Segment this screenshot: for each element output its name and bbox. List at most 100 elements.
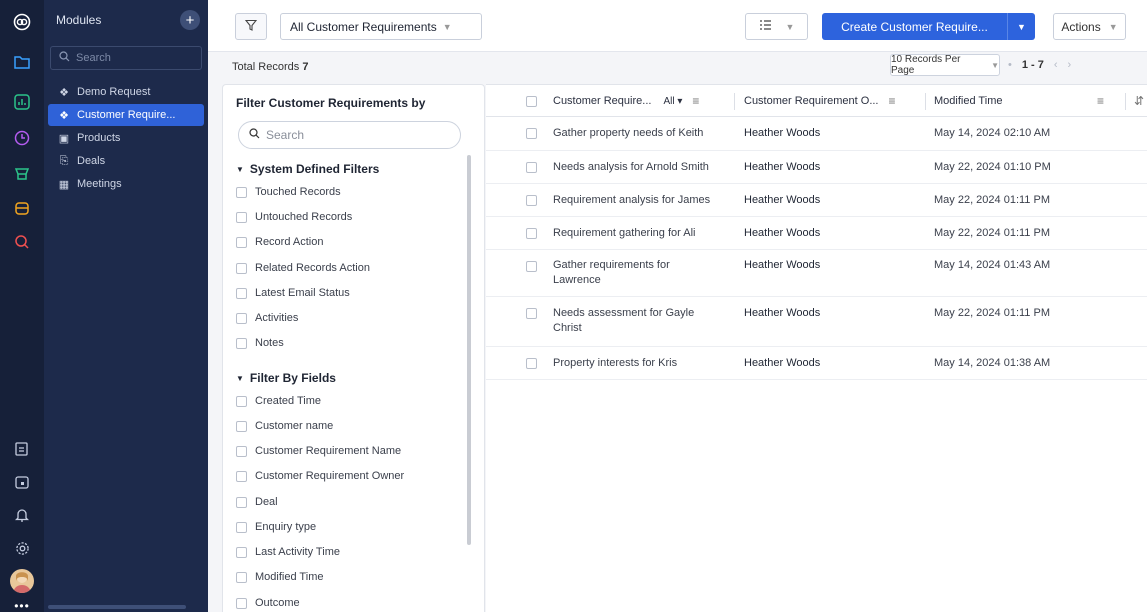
- row-checkbox[interactable]: [526, 195, 537, 206]
- filter-item[interactable]: Customer Requirement Name: [236, 445, 401, 457]
- filter-item[interactable]: Record Action: [236, 236, 323, 248]
- filter-item[interactable]: Untouched Records: [236, 211, 352, 223]
- cell-name[interactable]: Gather requirements for Lawrence: [553, 258, 718, 288]
- filter-panel-scrollbar[interactable]: [467, 155, 471, 545]
- checkbox[interactable]: [236, 312, 247, 324]
- folder-icon[interactable]: [12, 52, 32, 72]
- filter-search-input[interactable]: [266, 128, 436, 142]
- cell-name[interactable]: Property interests for Kris: [553, 356, 733, 371]
- table-row[interactable]: Requirement analysis for James Heather W…: [486, 184, 1147, 217]
- filter-toggle-button[interactable]: [235, 13, 267, 40]
- filter-item[interactable]: Modified Time: [236, 571, 323, 583]
- sidebar-item-demo-request[interactable]: ❖ Demo Request: [48, 81, 204, 103]
- search-circle-icon[interactable]: [12, 232, 32, 252]
- sidebar-item-customer-requirements[interactable]: ❖ Customer Require...: [48, 104, 204, 126]
- table-row[interactable]: Needs analysis for Arnold Smith Heather …: [486, 151, 1147, 184]
- filter-item[interactable]: Customer name: [236, 420, 333, 432]
- checkbox[interactable]: [236, 211, 247, 223]
- row-checkbox[interactable]: [526, 308, 537, 319]
- settings-icon[interactable]: [12, 538, 32, 558]
- column-settings-icon[interactable]: ⇵: [1134, 85, 1144, 117]
- table-row[interactable]: Needs assessment for Gayle Christ Heathe…: [486, 297, 1147, 347]
- filter-item[interactable]: Deal: [236, 496, 278, 508]
- cell-name[interactable]: Needs analysis for Arnold Smith: [553, 160, 733, 175]
- prev-page-button[interactable]: ‹: [1054, 59, 1058, 71]
- checkbox[interactable]: [236, 496, 247, 508]
- cell-name[interactable]: Requirement gathering for Ali: [553, 226, 733, 241]
- column-header-owner[interactable]: Customer Requirement O... ≡: [744, 85, 924, 117]
- avatar[interactable]: [10, 569, 34, 593]
- column-divider[interactable]: [1125, 93, 1126, 110]
- select-all-checkbox[interactable]: [526, 85, 537, 117]
- filter-search[interactable]: [238, 121, 461, 149]
- filter-item[interactable]: Last Activity Time: [236, 546, 340, 558]
- cell-name[interactable]: Needs assessment for Gayle Christ: [553, 306, 718, 336]
- clock-icon[interactable]: [12, 128, 32, 148]
- filter-item[interactable]: Touched Records: [236, 186, 341, 198]
- checkbox[interactable]: [236, 262, 247, 274]
- add-module-button[interactable]: +: [180, 10, 200, 30]
- bell-icon[interactable]: [12, 504, 32, 524]
- checkbox[interactable]: [236, 521, 247, 533]
- filter-item[interactable]: Notes: [236, 337, 284, 349]
- checkbox[interactable]: [236, 395, 247, 407]
- cell-name[interactable]: Requirement analysis for James: [553, 193, 738, 208]
- filter-item[interactable]: Customer Requirement Owner: [236, 470, 404, 482]
- checkbox[interactable]: [236, 287, 247, 299]
- sidebar-search-input[interactable]: [76, 52, 186, 64]
- checkbox[interactable]: [236, 445, 247, 457]
- filter-item[interactable]: Activities: [236, 312, 298, 324]
- filter-item[interactable]: Related Records Action: [236, 262, 370, 274]
- tasks-icon[interactable]: [12, 438, 32, 458]
- checkbox[interactable]: [236, 470, 247, 482]
- analytics-icon[interactable]: [12, 92, 32, 112]
- table-row[interactable]: Property interests for Kris Heather Wood…: [486, 347, 1147, 380]
- checkbox[interactable]: [236, 186, 247, 198]
- row-checkbox[interactable]: [526, 358, 537, 369]
- calendar-icon[interactable]: [12, 472, 32, 492]
- row-checkbox[interactable]: [526, 128, 537, 139]
- row-checkbox[interactable]: [526, 261, 537, 272]
- checkbox[interactable]: [236, 546, 247, 558]
- checkbox[interactable]: [236, 571, 247, 583]
- table-row[interactable]: Gather property needs of Keith Heather W…: [486, 117, 1147, 151]
- column-menu-icon[interactable]: ≡: [692, 94, 699, 108]
- create-options-dropdown[interactable]: ▼: [1007, 13, 1035, 40]
- sidebar-scrollbar[interactable]: [48, 605, 186, 609]
- table-row[interactable]: Requirement gathering for Ali Heather Wo…: [486, 217, 1147, 250]
- actions-button[interactable]: Actions ▼: [1053, 13, 1126, 40]
- more-icon[interactable]: •••: [12, 599, 32, 612]
- view-selector[interactable]: All Customer Requirements ▼: [280, 13, 482, 40]
- column-filter-all[interactable]: All ▾: [663, 96, 682, 107]
- column-header-modified[interactable]: Modified Time ≡: [934, 85, 1114, 117]
- filter-item[interactable]: Latest Email Status: [236, 287, 350, 299]
- sidebar-item-products[interactable]: ▣ Products: [48, 127, 204, 149]
- checkbox[interactable]: [236, 597, 247, 609]
- column-menu-icon[interactable]: ≡: [1097, 94, 1104, 108]
- checkbox[interactable]: [236, 236, 247, 248]
- column-divider[interactable]: [734, 93, 735, 110]
- column-header-name[interactable]: Customer Require... All ▾ ≡: [553, 85, 728, 117]
- system-filters-section[interactable]: ▼ System Defined Filters: [236, 162, 379, 176]
- field-filters-section[interactable]: ▼ Filter By Fields: [236, 371, 336, 385]
- records-per-page-select[interactable]: 10 Records Per Page ▼: [890, 54, 1000, 76]
- cell-name[interactable]: Gather property needs of Keith: [553, 126, 733, 141]
- create-record-button[interactable]: Create Customer Require... ▼: [822, 13, 1035, 40]
- column-divider[interactable]: [925, 93, 926, 110]
- sidebar-item-deals[interactable]: ⎘ Deals: [48, 150, 204, 172]
- column-menu-icon[interactable]: ≡: [889, 94, 896, 108]
- table-row[interactable]: Gather requirements for Lawrence Heather…: [486, 250, 1147, 297]
- row-checkbox[interactable]: [526, 228, 537, 239]
- filter-item[interactable]: Outcome: [236, 597, 300, 609]
- sidebar-search[interactable]: [50, 46, 202, 70]
- leads-icon[interactable]: [12, 164, 32, 184]
- filter-item[interactable]: Created Time: [236, 395, 321, 407]
- filter-item[interactable]: Enquiry type: [236, 521, 316, 533]
- next-page-button[interactable]: ›: [1068, 59, 1072, 71]
- store-icon[interactable]: [12, 198, 32, 218]
- sidebar-item-meetings[interactable]: ▦ Meetings: [48, 173, 204, 195]
- checkbox[interactable]: [236, 420, 247, 432]
- home-icon[interactable]: [12, 12, 32, 32]
- checkbox[interactable]: [236, 337, 247, 349]
- layout-view-button[interactable]: ▼: [745, 13, 808, 40]
